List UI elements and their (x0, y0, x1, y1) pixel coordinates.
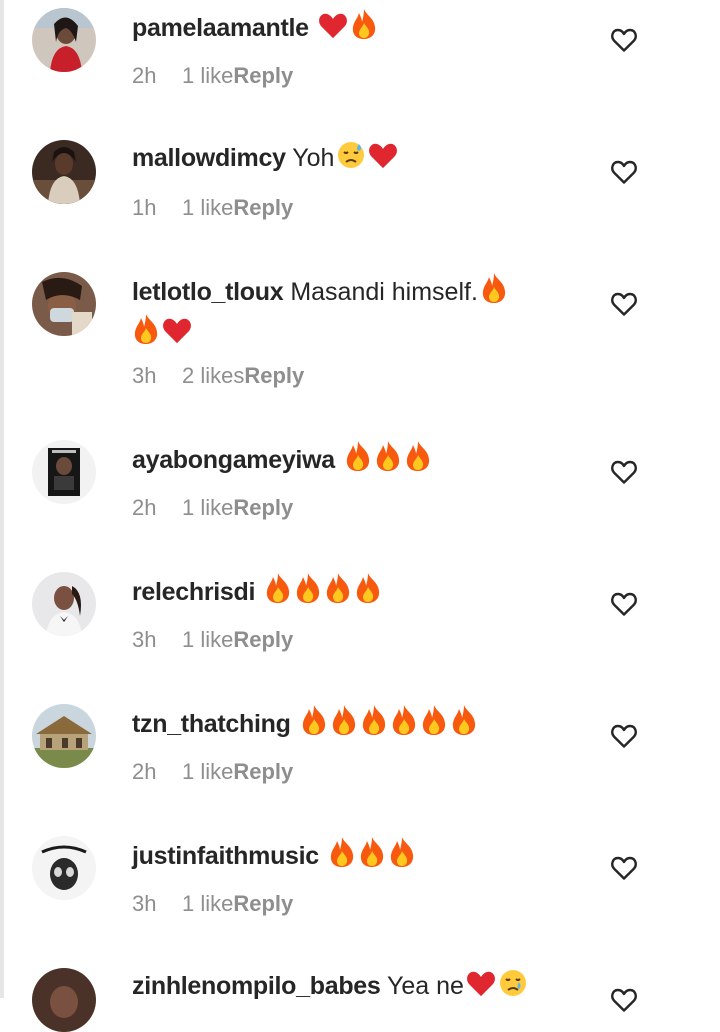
comment-text: tzn_thatching (132, 704, 582, 745)
avatar[interactable] (32, 272, 96, 336)
comment-username[interactable]: relechrisdi (132, 578, 255, 606)
comment-meta: 2h 1 likeReply (132, 758, 293, 786)
red-heart-emoji (466, 970, 496, 1007)
comment-text: letlotlo_tloux Masandi himself. (132, 272, 582, 354)
avatar[interactable] (32, 572, 96, 636)
comment-text: relechrisdi (132, 572, 582, 613)
crying-emoji (498, 968, 528, 1007)
fire-emoji (324, 572, 352, 613)
fire-emoji (294, 572, 322, 613)
reply-button[interactable]: Reply (233, 195, 293, 220)
comment-time: 3h (132, 363, 157, 388)
fire-emoji (390, 704, 418, 745)
like-heart-icon[interactable] (611, 460, 637, 484)
like-heart-icon[interactable] (611, 592, 637, 616)
comment-time: 2h (132, 759, 157, 784)
comment-meta: 3h 2 likesReply (132, 362, 304, 390)
like-heart-icon[interactable] (611, 292, 637, 316)
like-heart-icon[interactable] (611, 988, 637, 1012)
comment-text: pamelaamantle (132, 8, 582, 49)
comment-username[interactable]: letlotlo_tloux (132, 278, 284, 306)
avatar[interactable] (32, 440, 96, 504)
comment-likes[interactable]: 1 like (182, 759, 233, 784)
sad-but-relieved-emoji (336, 140, 366, 179)
comment-body: Yoh (292, 144, 335, 172)
fire-emoji (350, 8, 378, 49)
fire-emoji (132, 313, 160, 354)
avatar[interactable] (32, 968, 96, 1032)
avatar[interactable] (32, 836, 96, 900)
comment-text: ayabongameyiwa (132, 440, 582, 481)
comment-text: zinhlenompilo_babes Yea ne (132, 968, 582, 1007)
comment-likes[interactable]: 1 like (182, 627, 233, 652)
reply-button[interactable]: Reply (233, 63, 293, 88)
like-heart-icon[interactable] (611, 28, 637, 52)
fire-emoji (404, 440, 432, 481)
comment-likes[interactable]: 1 like (182, 63, 233, 88)
like-heart-icon[interactable] (611, 724, 637, 748)
comment-likes[interactable]: 1 like (182, 195, 233, 220)
avatar[interactable] (32, 8, 96, 72)
left-edge-divider (0, 0, 4, 998)
fire-emoji (330, 704, 358, 745)
comment-username[interactable]: ayabongameyiwa (132, 446, 335, 474)
fire-emoji (344, 440, 372, 481)
comment-username[interactable]: mallowdimcy (132, 144, 286, 172)
red-heart-emoji (162, 317, 192, 354)
fire-emoji (360, 704, 388, 745)
comment-time: 3h (132, 891, 157, 916)
comment-time: 2h (132, 495, 157, 520)
reply-button[interactable]: Reply (233, 759, 293, 784)
comment-body: Masandi himself. (290, 278, 478, 306)
comment-text: justinfaithmusic (132, 836, 582, 877)
fire-emoji (388, 836, 416, 877)
comment-body: Yea ne (387, 972, 464, 1000)
reply-button[interactable]: Reply (244, 363, 304, 388)
fire-emoji (328, 836, 356, 877)
fire-emoji (300, 704, 328, 745)
comment-time: 2h (132, 63, 157, 88)
like-heart-icon[interactable] (611, 856, 637, 880)
fire-emoji (420, 704, 448, 745)
comment-username[interactable]: justinfaithmusic (132, 842, 319, 870)
fire-emoji (358, 836, 386, 877)
comment-text: mallowdimcy Yoh (132, 140, 582, 179)
comment-likes[interactable]: 1 like (182, 891, 233, 916)
fire-emoji (374, 440, 402, 481)
comment-username[interactable]: pamelaamantle (132, 14, 309, 42)
red-heart-emoji (368, 142, 398, 179)
comment-meta: 3h 1 likeReply (132, 890, 293, 918)
fire-emoji (480, 272, 508, 313)
comment-username[interactable]: tzn_thatching (132, 710, 291, 738)
comment-likes[interactable]: 2 likes (182, 363, 244, 388)
comment-meta: 2h 1 likeReply (132, 494, 293, 522)
fire-emoji (354, 572, 382, 613)
red-heart-emoji (318, 12, 348, 49)
comment-username[interactable]: zinhlenompilo_babes (132, 972, 381, 1000)
comment-meta: 3h 1 likeReply (132, 626, 293, 654)
comments-list: pamelaamantle 2h 1 likeReply mallowdimcy … (0, 0, 720, 1032)
comment-likes[interactable]: 1 like (182, 495, 233, 520)
avatar[interactable] (32, 704, 96, 768)
like-heart-icon[interactable] (611, 160, 637, 184)
fire-emoji (264, 572, 292, 613)
comment-meta: 1h 1 likeReply (132, 194, 293, 222)
reply-button[interactable]: Reply (233, 627, 293, 652)
reply-button[interactable]: Reply (233, 891, 293, 916)
avatar[interactable] (32, 140, 96, 204)
reply-button[interactable]: Reply (233, 495, 293, 520)
fire-emoji (450, 704, 478, 745)
comment-time: 1h (132, 195, 157, 220)
comment-meta: 2h 1 likeReply (132, 62, 293, 90)
comment-time: 3h (132, 627, 157, 652)
